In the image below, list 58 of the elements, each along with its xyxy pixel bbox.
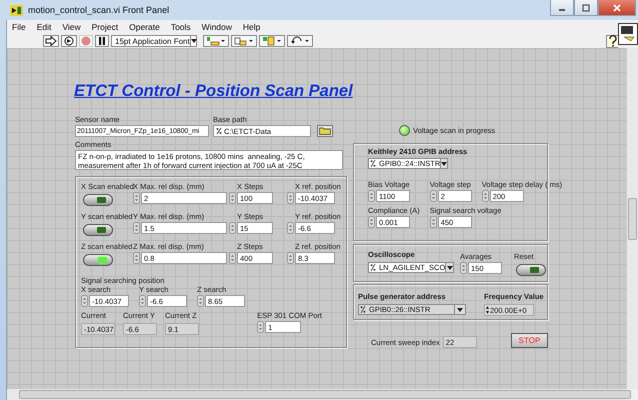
- spin-arrows-icon[interactable]: [139, 295, 146, 307]
- run-continuously-icon[interactable]: [61, 35, 77, 47]
- visa-prefix-icon: [370, 263, 376, 272]
- font-dropdown[interactable]: 15pt Application Font: [111, 35, 197, 47]
- caret-icon: [446, 266, 453, 270]
- spin-arrows-icon[interactable]: [133, 192, 140, 204]
- menu-item[interactable]: Edit: [36, 22, 52, 32]
- spin-arrows-icon[interactable]: [197, 295, 204, 307]
- menu-item[interactable]: Operate: [129, 22, 160, 32]
- caret-icon: [441, 162, 448, 166]
- menu-item[interactable]: Help: [242, 22, 260, 32]
- spin-arrows-icon[interactable]: [133, 252, 140, 264]
- menu-item[interactable]: Project: [92, 22, 118, 32]
- spin-arrows-icon[interactable]: [257, 321, 264, 333]
- close-button[interactable]: [598, 0, 636, 16]
- visa-prefix-icon: [360, 305, 366, 314]
- reorder-icon[interactable]: [287, 35, 313, 47]
- spin-arrows-icon[interactable]: [482, 190, 489, 202]
- panel-heading: ETCT Control - Position Scan Panel: [74, 82, 353, 101]
- visa-prefix-icon: [370, 159, 376, 168]
- run-arrow-icon[interactable]: [43, 35, 59, 47]
- vi-connector-icon[interactable]: [618, 23, 638, 50]
- spin-arrows-icon[interactable]: [368, 190, 375, 202]
- reset-toggle[interactable]: [516, 264, 546, 276]
- close-icon: [612, 4, 622, 12]
- spin-arrows-icon[interactable]: [430, 190, 437, 202]
- spin-arrows-icon[interactable]: [229, 192, 236, 204]
- window-title: motion_control_scan.vi Front Panel: [28, 5, 170, 15]
- maximize-icon: [581, 4, 591, 12]
- toggle-switch[interactable]: [83, 194, 113, 206]
- toggle-switch[interactable]: [83, 224, 113, 236]
- spin-arrows-icon[interactable]: [133, 222, 140, 234]
- minimize-button[interactable]: [550, 0, 574, 16]
- menu-item[interactable]: File: [12, 22, 26, 32]
- menu-item[interactable]: Tools: [170, 22, 191, 32]
- browse-folder-button[interactable]: [317, 125, 333, 137]
- caret-icon: [190, 39, 197, 43]
- distribute-icon[interactable]: [231, 35, 257, 47]
- spin-arrows-icon[interactable]: [287, 222, 294, 234]
- spin-arrows-icon[interactable]: [460, 262, 467, 274]
- path-prefix-icon: [216, 127, 222, 135]
- spin-arrows-icon[interactable]: [287, 252, 294, 264]
- caret-icon: [457, 308, 463, 312]
- spin-arrows-icon[interactable]: [81, 295, 88, 307]
- resize-icon[interactable]: [259, 35, 285, 47]
- spin-arrows-icon[interactable]: [229, 222, 236, 234]
- menu-item[interactable]: View: [62, 22, 81, 32]
- app-icon: [10, 4, 23, 16]
- maximize-button[interactable]: [574, 0, 598, 16]
- spin-arrows-icon[interactable]: [368, 216, 375, 228]
- menu-item[interactable]: Window: [202, 22, 232, 32]
- spin-arrows-icon[interactable]: [287, 192, 294, 204]
- pause-icon[interactable]: [95, 35, 109, 47]
- spin-arrows-icon[interactable]: [430, 216, 437, 228]
- toggle-switch[interactable]: [83, 254, 113, 266]
- vertical-scrollbar[interactable]: [626, 48, 638, 389]
- align-icon[interactable]: [203, 35, 229, 47]
- spin-arrows-icon[interactable]: [229, 252, 236, 264]
